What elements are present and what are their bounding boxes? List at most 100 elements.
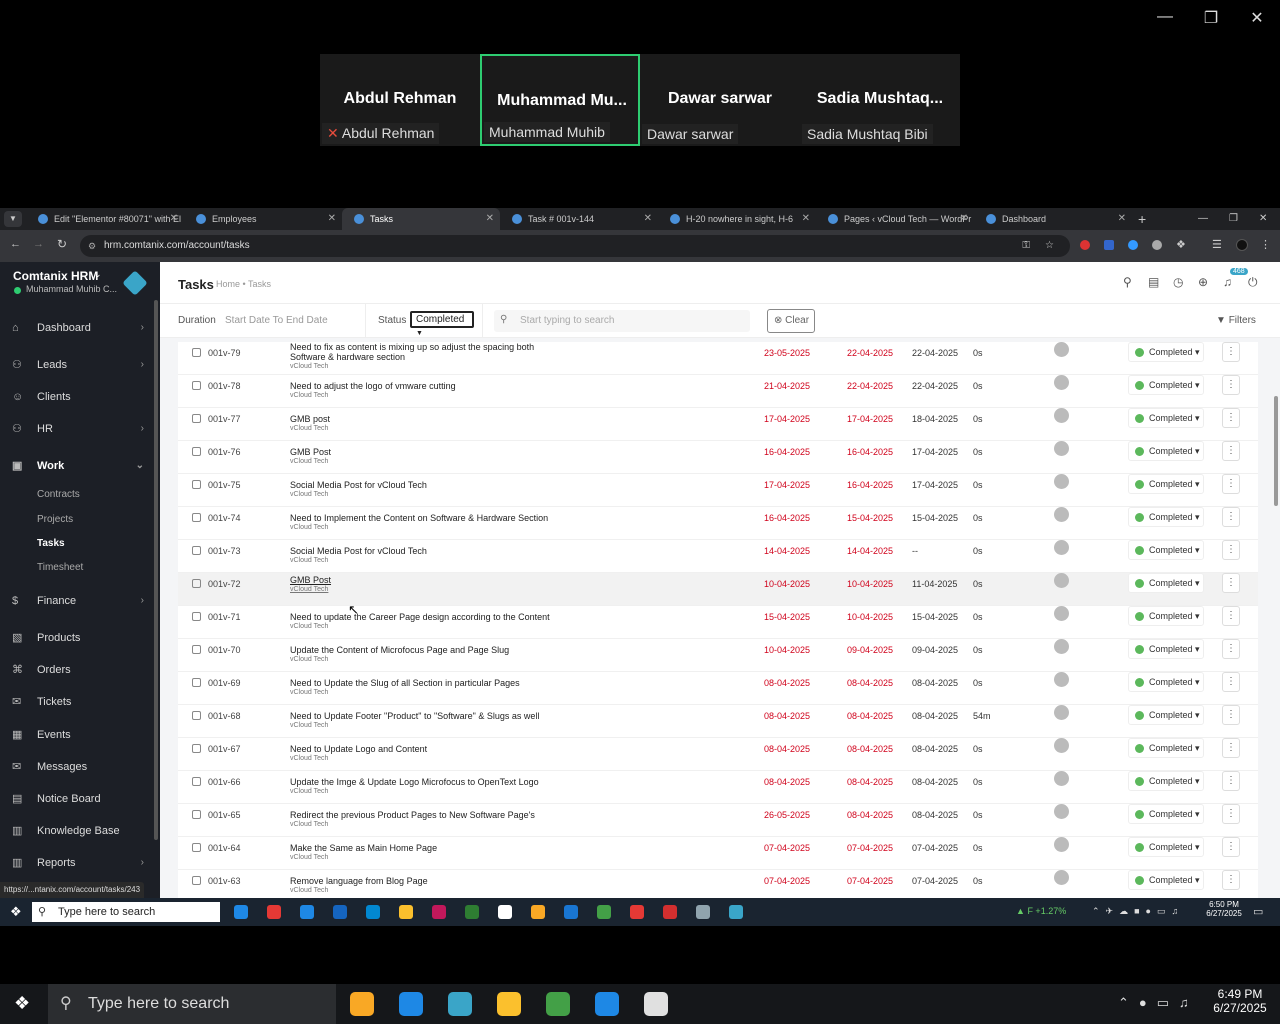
sidebar-subitem-tasks[interactable]: Tasks [0,538,156,549]
task-title[interactable]: Make the Same as Main Home Page [290,843,560,853]
status-dropdown[interactable]: Completed ▾ [1128,474,1204,494]
status-dropdown[interactable]: Completed ▾ [1128,804,1204,824]
task-title[interactable]: Social Media Post for vCloud Tech [290,480,560,490]
status-dropdown[interactable]: Completed ▾ [1128,870,1204,890]
filters-button[interactable]: ▼ Filters [1216,315,1256,326]
task-client[interactable]: vCloud Tech [290,586,328,593]
sidebar-item-work[interactable]: ▣ Work ⌄ [0,454,156,478]
date-range-input[interactable]: Start Date To End Date [225,315,328,326]
table-row[interactable]: 001v-71 Need to update the Career Page de… [178,606,1258,639]
task-client[interactable]: vCloud Tech [290,887,328,894]
assignee-avatar[interactable] [1054,870,1069,885]
new-tab-icon[interactable]: + [1138,208,1146,230]
row-actions-icon[interactable]: ⋮ [1222,474,1240,494]
task-client[interactable]: vCloud Tech [290,656,328,663]
taskbar-app-icon[interactable] [531,905,545,919]
table-row[interactable]: 001v-69 Need to Update the Slug of all Se… [178,672,1258,705]
task-title[interactable]: Need to Update Logo and Content [290,744,560,754]
row-actions-icon[interactable]: ⋮ [1222,771,1240,791]
table-row[interactable]: 001v-67 Need to Update Logo and Content vC… [178,738,1258,771]
clock-icon[interactable]: ◷ [1173,275,1183,289]
row-checkbox[interactable] [192,843,201,852]
task-title[interactable]: Need to Implement the Content on Softwar… [290,513,560,523]
sidebar-subitem-contracts[interactable]: Contracts [0,489,156,500]
participant-tile[interactable]: Dawar sarwar Dawar sarwar [640,54,800,146]
task-title[interactable]: GMB Post [290,575,560,585]
row-checkbox[interactable] [192,348,201,357]
taskbar-app-icon[interactable] [729,905,743,919]
table-row[interactable]: 001v-63 Remove language from Blog Page vCl… [178,870,1258,898]
minimize-icon[interactable]: — [1150,8,1180,26]
task-title[interactable]: Need to Update Footer "Product" to "Soft… [290,711,560,721]
assignee-avatar[interactable] [1054,573,1069,588]
row-checkbox[interactable] [192,678,201,687]
taskbar-app-icon[interactable] [644,992,668,1016]
taskbar-app-icon[interactable] [546,992,570,1016]
row-checkbox[interactable] [192,645,201,654]
close-icon[interactable]: ✕ [1242,8,1272,28]
assignee-avatar[interactable] [1054,804,1069,819]
row-checkbox[interactable] [192,414,201,423]
task-client[interactable]: vCloud Tech [290,788,328,795]
row-checkbox[interactable] [192,480,201,489]
sticky-note-icon[interactable]: ▤ [1148,275,1159,289]
bookmark-star-icon[interactable]: ☆ [1045,235,1054,257]
taskbar-app-icon[interactable] [267,905,281,919]
row-actions-icon[interactable]: ⋮ [1222,342,1240,362]
sidebar-item-products[interactable]: ▧ Products [0,626,156,650]
sidebar-item-messages[interactable]: ✉ Messages [0,755,156,779]
table-row[interactable]: 001v-74 Need to Implement the Content on … [178,507,1258,540]
assignee-avatar[interactable] [1054,672,1069,687]
task-title[interactable]: GMB Post [290,447,560,457]
task-title[interactable]: GMB post [290,414,560,424]
sidebar-item-hr[interactable]: ⚇ HR › [0,417,156,441]
status-dropdown[interactable]: Completed ▾ [1128,639,1204,659]
status-dropdown[interactable]: Completed ▾ [1128,837,1204,857]
chevron-down-icon[interactable]: ⌄ [94,269,102,280]
table-row[interactable]: 001v-73 Social Media Post for vCloud Tech… [178,540,1258,573]
browser-menu-icon[interactable]: ⋮ [1260,238,1271,251]
sidebar-item-finance[interactable]: $ Finance › [0,589,156,613]
row-actions-icon[interactable]: ⋮ [1222,672,1240,692]
system-tray-icons[interactable]: ⌃●▭♫ [1118,995,1199,1011]
sidebar-subitem-projects[interactable]: Projects [0,514,156,525]
participant-tile[interactable]: Abdul Rehman ✕ Abdul Rehman [320,54,480,146]
row-actions-icon[interactable]: ⋮ [1222,540,1240,560]
sidebar-item-orders[interactable]: ⌘ Orders [0,658,156,682]
sidebar-item-notice-board[interactable]: ▤ Notice Board [0,787,156,811]
participant-tile[interactable]: Sadia Mushtaq... Sadia Mushtaq Bibi [800,54,960,146]
task-client[interactable]: vCloud Tech [290,722,328,729]
sidebar-scrollbar[interactable] [154,300,158,840]
sidebar-item-tickets[interactable]: ✉ Tickets [0,690,156,714]
browser-tab[interactable]: Tasks ✕ [342,208,500,230]
close-tab-icon[interactable]: ✕ [170,208,178,230]
row-checkbox[interactable] [192,744,201,753]
reload-icon[interactable]: ↻ [57,237,67,251]
task-client[interactable]: vCloud Tech [290,363,328,370]
task-client[interactable]: vCloud Tech [290,689,328,696]
taskbar-app-icon[interactable] [564,905,578,919]
minimize-icon[interactable]: — [1198,208,1208,230]
search-input[interactable]: ⚲ Start typing to search [494,310,750,332]
clock[interactable]: 6:49 PM 6/27/2025 [1210,987,1270,1015]
url-input[interactable]: ⚙ hrm.comtanix.com/account/tasks ☆ ⚿ [80,235,1070,257]
stock-widget[interactable]: ▲ F +1.27% [1016,906,1066,916]
assignee-avatar[interactable] [1054,738,1069,753]
taskbar-search-input[interactable]: ⚲ Type here to search [48,984,336,1024]
taskbar-app-icon[interactable] [234,905,248,919]
taskbar-app-icon[interactable] [333,905,347,919]
row-checkbox[interactable] [192,513,201,522]
taskbar-search-input[interactable]: ⚲ Type here to search [32,902,220,922]
clock[interactable]: 6:50 PM 6/27/2025 [1204,900,1244,918]
assignee-avatar[interactable] [1054,375,1069,390]
extensions-puzzle-icon[interactable]: ❖ [1176,238,1186,251]
task-client[interactable]: vCloud Tech [290,854,328,861]
row-actions-icon[interactable]: ⋮ [1222,639,1240,659]
assignee-avatar[interactable] [1054,606,1069,621]
close-tab-icon[interactable]: ✕ [486,208,494,230]
close-tab-icon[interactable]: ✕ [328,208,336,230]
task-client[interactable]: vCloud Tech [290,491,328,498]
system-tray-icons[interactable]: ⌃✈☁■●▭♫ [1092,906,1184,917]
company-name[interactable]: Comtanix HRM [13,269,98,283]
status-dropdown[interactable]: Completed ▾ [1128,672,1204,692]
